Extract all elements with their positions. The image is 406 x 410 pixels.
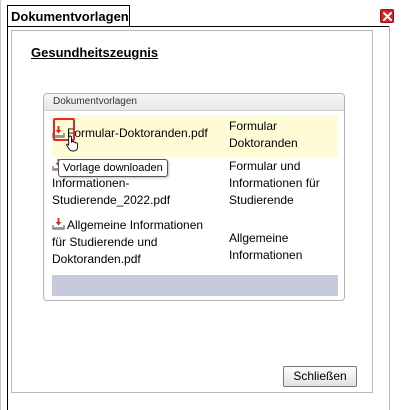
template-row: Formular-Doktoranden.pdf Formular Doktor… — [52, 115, 338, 157]
title-divider — [7, 26, 390, 27]
template-description: Formular Doktoranden — [229, 119, 298, 150]
window-title: Dokumentvorlagen — [7, 5, 130, 27]
empty-row — [52, 275, 338, 296]
page-heading: Gesundheitszeugnis — [31, 45, 159, 60]
template-name: Allgemeine Informationen für Studierende… — [52, 217, 224, 268]
download-icon[interactable] — [52, 217, 65, 230]
close-button[interactable]: Schließen — [283, 366, 357, 387]
download-tooltip: Vorlage downloaden — [58, 159, 168, 177]
template-filename[interactable]: Studierende_2022.pdf — [52, 192, 224, 209]
window-right-border — [389, 26, 390, 410]
template-filename[interactable]: Informationen- — [52, 175, 224, 192]
template-row: Allgemeine Informationen für Studierende… — [52, 214, 338, 270]
group-title: Dokumentvorlagen — [44, 94, 344, 111]
close-x-icon[interactable] — [380, 9, 394, 23]
template-filename[interactable]: Doktoranden.pdf — [52, 251, 224, 268]
window-left-border — [7, 26, 8, 410]
hand-cursor-icon — [66, 135, 79, 152]
template-filename[interactable]: Allgemeine Informationen — [67, 218, 203, 232]
template-filename[interactable]: für Studierende und — [52, 234, 224, 251]
template-description: Allgemeine Informationen — [229, 231, 303, 262]
templates-group: Dokumentvorlagen Formular-Doktoranden.pd… — [43, 93, 345, 301]
template-description: Formular und Informationen für Studieren… — [229, 159, 320, 207]
window-left-edge — [0, 0, 1, 410]
template-filename[interactable]: Formular-Doktoranden.pdf — [67, 126, 208, 140]
